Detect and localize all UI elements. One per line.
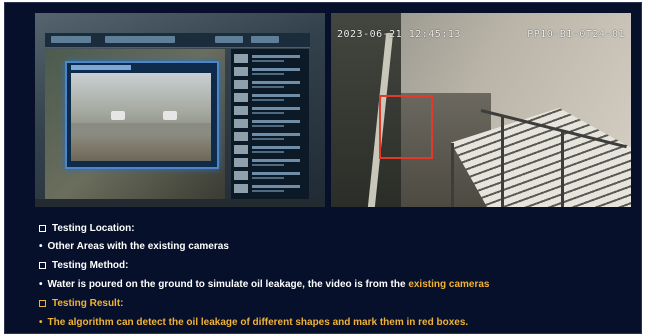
- testing-location-text: • Other Areas with the existing cameras: [39, 241, 229, 252]
- list-item: [234, 79, 306, 90]
- list-item: [234, 170, 306, 181]
- osd-timestamp: 2023-06-21 12:45:13: [337, 29, 461, 40]
- cctv-frame: 2023-06-21 12:45:13 PP10-B1-0T24-01: [331, 13, 631, 207]
- video-popup: [65, 61, 219, 169]
- testing-method-heading: Testing Method:: [39, 260, 128, 271]
- checkbox-square-icon: [39, 300, 46, 307]
- list-item: [234, 183, 306, 194]
- popup-title: [71, 65, 131, 70]
- list-item: [234, 118, 306, 129]
- list-item: [234, 144, 306, 155]
- list-item: [234, 92, 306, 103]
- list-item: [234, 131, 306, 142]
- list-item: [234, 105, 306, 116]
- bullet-dot-icon: •: [39, 317, 43, 328]
- leak-detection-box: [379, 95, 433, 159]
- list-item: [234, 157, 306, 168]
- checkbox-square-icon: [39, 225, 46, 232]
- monitor-photo: [35, 13, 325, 207]
- osd-camera-id: PP10-B1-0T24-01: [527, 29, 625, 40]
- camera-list: [231, 49, 309, 199]
- bullet-dot-icon: •: [39, 279, 43, 290]
- testing-result-heading: Testing Result:: [39, 298, 123, 309]
- testing-location-heading: Testing Location:: [39, 223, 135, 234]
- testing-method-text: • Water is poured on the ground to simula…: [39, 279, 490, 290]
- list-item: [234, 53, 306, 64]
- checkbox-square-icon: [39, 262, 46, 269]
- monitor-bezel: [35, 199, 325, 207]
- popup-video: [71, 73, 211, 161]
- list-item: [234, 66, 306, 77]
- testing-result-text: • The algorithm can detect the oil leakag…: [39, 317, 469, 328]
- app-topbar: [45, 33, 310, 48]
- monitor-screen: [35, 13, 325, 207]
- bullet-dot-icon: •: [39, 241, 43, 252]
- cctv-scene: 2023-06-21 12:45:13 PP10-B1-0T24-01: [331, 13, 631, 207]
- slide: 2023-06-21 12:45:13 PP10-B1-0T24-01 Test…: [4, 2, 642, 334]
